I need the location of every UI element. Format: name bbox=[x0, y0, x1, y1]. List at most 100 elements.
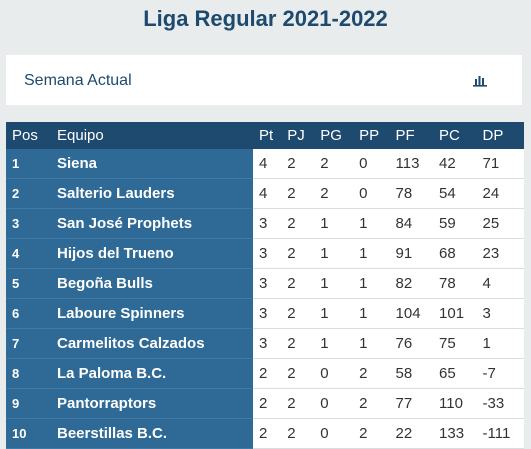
cell-pp: 2 bbox=[353, 388, 390, 419]
cell-dp: -111 bbox=[476, 418, 524, 449]
cell-pt: 2 bbox=[253, 418, 282, 449]
cell-pf: 76 bbox=[389, 328, 434, 359]
cell-pf: 82 bbox=[389, 268, 434, 299]
cell-pj: 2 bbox=[281, 268, 315, 299]
standings-header-row: Pos Equipo Pt PJ PG PP PF PC DP bbox=[6, 122, 524, 149]
cell-pos: 4 bbox=[6, 238, 51, 269]
cell-pos: 5 bbox=[6, 268, 51, 299]
cell-pc: 68 bbox=[433, 238, 477, 269]
cell-pc: 65 bbox=[433, 358, 477, 389]
bar-chart-icon[interactable] bbox=[472, 73, 488, 87]
cell-team[interactable]: Begoña Bulls bbox=[51, 268, 253, 299]
cell-dp: 71 bbox=[476, 149, 524, 179]
cell-pt: 3 bbox=[253, 238, 282, 269]
cell-pt: 4 bbox=[253, 149, 282, 179]
cell-pp: 1 bbox=[353, 238, 390, 269]
col-header-pj[interactable]: PJ bbox=[281, 122, 315, 149]
cell-team[interactable]: Siena bbox=[51, 149, 253, 179]
cell-pt: 3 bbox=[253, 328, 282, 359]
cell-pt: 3 bbox=[253, 208, 282, 239]
cell-team[interactable]: La Paloma B.C. bbox=[51, 358, 253, 389]
table-row[interactable]: 9 Pantorraptors 2 2 0 2 77 110 -33 bbox=[6, 388, 524, 419]
cell-dp: 25 bbox=[476, 208, 524, 239]
cell-pg: 0 bbox=[314, 418, 354, 449]
table-row[interactable]: 6 Laboure Spinners 3 2 1 1 104 101 3 bbox=[6, 298, 524, 329]
cell-pp: 1 bbox=[353, 328, 390, 359]
cell-pj: 2 bbox=[281, 388, 315, 419]
col-header-dp[interactable]: DP bbox=[476, 122, 524, 149]
table-row[interactable]: 1 Siena 4 2 2 0 113 42 71 bbox=[6, 149, 524, 179]
cell-dp: 23 bbox=[476, 238, 524, 269]
cell-pos: 1 bbox=[6, 149, 51, 179]
cell-pc: 75 bbox=[433, 328, 477, 359]
cell-pj: 2 bbox=[281, 298, 315, 329]
cell-pj: 2 bbox=[281, 418, 315, 449]
cell-pos: 9 bbox=[6, 388, 51, 419]
col-header-pf[interactable]: PF bbox=[389, 122, 434, 149]
col-header-pc[interactable]: PC bbox=[433, 122, 477, 149]
table-row[interactable]: 7 Carmelitos Calzados 3 2 1 1 76 75 1 bbox=[6, 328, 524, 359]
cell-dp: 24 bbox=[476, 178, 524, 209]
cell-pt: 3 bbox=[253, 268, 282, 299]
cell-pf: 78 bbox=[389, 178, 434, 209]
cell-pc: 42 bbox=[433, 149, 477, 179]
cell-pf: 58 bbox=[389, 358, 434, 389]
cell-pp: 2 bbox=[353, 418, 390, 449]
cell-pos: 2 bbox=[6, 178, 51, 209]
cell-pc: 78 bbox=[433, 268, 477, 299]
cell-pp: 1 bbox=[353, 268, 390, 299]
standings-table: Pos Equipo Pt PJ PG PP PF PC DP 1 Siena 4 2… bbox=[6, 122, 524, 449]
cell-pp: 1 bbox=[353, 298, 390, 329]
cell-team[interactable]: Hijos del Trueno bbox=[51, 238, 253, 269]
cell-pc: 54 bbox=[433, 178, 477, 209]
table-row[interactable]: 5 Begoña Bulls 3 2 1 1 82 78 4 bbox=[6, 268, 524, 299]
cell-pg: 2 bbox=[314, 149, 354, 179]
cell-dp: 1 bbox=[476, 328, 524, 359]
cell-pj: 2 bbox=[281, 328, 315, 359]
cell-team[interactable]: Salterio Lauders bbox=[51, 178, 253, 209]
col-header-pos[interactable]: Pos bbox=[6, 122, 51, 149]
cell-dp: 3 bbox=[476, 298, 524, 329]
cell-pg: 0 bbox=[314, 358, 354, 389]
cell-pc: 59 bbox=[433, 208, 477, 239]
page-title: Liga Regular 2021-2022 bbox=[143, 6, 388, 31]
cell-pg: 0 bbox=[314, 388, 354, 419]
cell-team[interactable]: San José Prophets bbox=[51, 208, 253, 239]
cell-pf: 22 bbox=[389, 418, 434, 449]
cell-team[interactable]: Laboure Spinners bbox=[51, 298, 253, 329]
cell-pp: 2 bbox=[353, 358, 390, 389]
table-row[interactable]: 3 San José Prophets 3 2 1 1 84 59 25 bbox=[6, 208, 524, 239]
cell-pg: 1 bbox=[314, 298, 354, 329]
cell-pg: 1 bbox=[314, 208, 354, 239]
table-row[interactable]: 4 Hijos del Trueno 3 2 1 1 91 68 23 bbox=[6, 238, 524, 269]
cell-pp: 0 bbox=[353, 178, 390, 209]
table-row[interactable]: 2 Salterio Lauders 4 2 2 0 78 54 24 bbox=[6, 178, 524, 209]
table-row[interactable]: 10 Beerstillas B.C. 2 2 0 2 22 133 -111 bbox=[6, 418, 524, 449]
cell-pf: 84 bbox=[389, 208, 434, 239]
cell-team[interactable]: Pantorraptors bbox=[51, 388, 253, 419]
col-header-pg[interactable]: PG bbox=[314, 122, 354, 149]
cell-pos: 3 bbox=[6, 208, 51, 239]
cell-pg: 1 bbox=[314, 268, 354, 299]
col-header-team[interactable]: Equipo bbox=[51, 122, 253, 149]
cell-pos: 10 bbox=[6, 418, 51, 449]
table-row[interactable]: 8 La Paloma B.C. 2 2 0 2 58 65 -7 bbox=[6, 358, 524, 389]
cell-pf: 113 bbox=[389, 149, 434, 179]
cell-pos: 8 bbox=[6, 358, 51, 389]
cell-pos: 7 bbox=[6, 328, 51, 359]
cell-pf: 77 bbox=[389, 388, 434, 419]
cell-team[interactable]: Beerstillas B.C. bbox=[51, 418, 253, 449]
cell-pj: 2 bbox=[281, 238, 315, 269]
cell-pc: 133 bbox=[433, 418, 477, 449]
cell-pj: 2 bbox=[281, 358, 315, 389]
cell-pg: 1 bbox=[314, 328, 354, 359]
col-header-pp[interactable]: PP bbox=[353, 122, 390, 149]
cell-pc: 101 bbox=[433, 298, 477, 329]
cell-pt: 3 bbox=[253, 298, 282, 329]
cell-team[interactable]: Carmelitos Calzados bbox=[51, 328, 253, 359]
cell-pp: 0 bbox=[353, 149, 390, 179]
cell-pp: 1 bbox=[353, 208, 390, 239]
col-header-pt[interactable]: Pt bbox=[253, 122, 282, 149]
cell-pt: 2 bbox=[253, 388, 282, 419]
cell-pj: 2 bbox=[281, 149, 315, 179]
